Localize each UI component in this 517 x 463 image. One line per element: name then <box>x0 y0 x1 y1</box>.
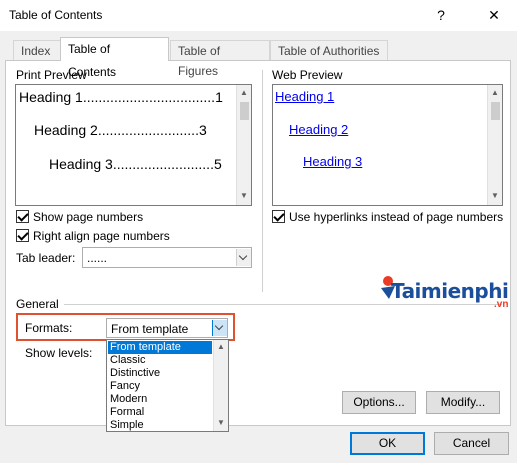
use-hyperlinks-checkbox[interactable] <box>272 210 285 223</box>
general-label: General <box>16 297 59 311</box>
close-button[interactable]: ✕ <box>482 4 506 26</box>
watermark-brand: Taimienphi <box>391 279 509 303</box>
formats-label: Formats: <box>25 321 73 335</box>
web-preview-scrollbar[interactable]: ▲ ▼ <box>487 85 502 205</box>
formats-arrow[interactable] <box>212 320 227 336</box>
cancel-button[interactable]: Cancel <box>434 432 509 455</box>
tab-leader-dropdown[interactable]: ...... <box>82 247 252 268</box>
print-preview-line: Heading 1...............................… <box>19 89 223 105</box>
scroll-down-icon[interactable]: ▼ <box>214 416 228 430</box>
formats-option[interactable]: From template <box>108 341 212 354</box>
web-preview-link[interactable]: Heading 3 <box>303 154 362 169</box>
tab-table-of-figures[interactable]: Table of Figures <box>170 40 270 78</box>
close-icon: ✕ <box>488 7 500 23</box>
print-preview-box: Heading 1...............................… <box>15 84 252 206</box>
web-preview-label: Web Preview <box>272 68 343 82</box>
web-preview-link[interactable]: Heading 2 <box>289 122 348 137</box>
use-hyperlinks-label[interactable]: Use hyperlinks instead of page numbers <box>289 210 503 224</box>
web-preview-box: Heading 1 Heading 2 Heading 3 ▲ ▼ <box>272 84 503 206</box>
formats-option[interactable]: Formal <box>108 406 212 419</box>
formats-option[interactable]: Simple <box>108 419 212 432</box>
formats-option[interactable]: Distinctive <box>108 367 212 380</box>
vertical-divider <box>262 70 263 292</box>
print-preview-line: Heading 3..........................5 <box>49 156 222 172</box>
tab-leader-arrow[interactable] <box>236 249 251 266</box>
watermark-suffix: .vn <box>494 299 509 310</box>
right-align-label[interactable]: Right align page numbers <box>33 229 170 243</box>
show-levels-label: Show levels: <box>25 346 93 360</box>
help-button[interactable]: ? <box>429 4 453 26</box>
modify-button[interactable]: Modify... <box>426 391 500 414</box>
print-preview-scrollbar[interactable]: ▲ ▼ <box>236 85 251 205</box>
scroll-down-icon[interactable]: ▼ <box>488 189 502 203</box>
options-button[interactable]: Options... <box>342 391 416 414</box>
tab-leader-value: ...... <box>87 251 108 265</box>
print-preview-line: Heading 2..........................3 <box>34 122 207 138</box>
title-bar: Table of Contents ? ✕ <box>0 0 517 31</box>
formats-dropdown[interactable]: From template <box>106 318 228 338</box>
show-page-numbers-label[interactable]: Show page numbers <box>33 210 143 224</box>
chevron-down-icon <box>238 251 248 261</box>
tab-table-of-authorities[interactable]: Table of Authorities <box>270 40 388 60</box>
formats-option[interactable]: Modern <box>108 393 212 406</box>
scroll-up-icon[interactable]: ▲ <box>488 86 502 100</box>
formats-option[interactable]: Classic <box>108 354 212 367</box>
ok-button[interactable]: OK <box>350 432 425 455</box>
tab-leader-label: Tab leader: <box>16 251 76 265</box>
tab-index[interactable]: Index <box>13 40 61 60</box>
formats-value: From template <box>111 322 189 336</box>
scroll-down-icon[interactable]: ▼ <box>237 189 251 203</box>
tab-table-of-contents[interactable]: Table of Contents <box>60 37 169 79</box>
scroll-up-icon[interactable]: ▲ <box>237 86 251 100</box>
web-preview-link[interactable]: Heading 1 <box>275 89 334 104</box>
watermark-logo: Taimienphi .vn <box>377 273 509 313</box>
scroll-thumb[interactable] <box>240 102 249 120</box>
scroll-thumb[interactable] <box>491 102 500 120</box>
scroll-up-icon[interactable]: ▲ <box>214 340 228 354</box>
formats-option[interactable]: Fancy <box>108 380 212 393</box>
tab-label: Table of Contents <box>68 42 117 79</box>
right-align-checkbox[interactable] <box>16 229 29 242</box>
chevron-down-icon <box>214 321 224 331</box>
window-title: Table of Contents <box>9 8 103 22</box>
formats-dropdown-list[interactable]: From template Classic Distinctive Fancy … <box>106 339 229 432</box>
show-page-numbers-checkbox[interactable] <box>16 210 29 223</box>
formats-list-scrollbar[interactable]: ▲ ▼ <box>213 340 228 431</box>
